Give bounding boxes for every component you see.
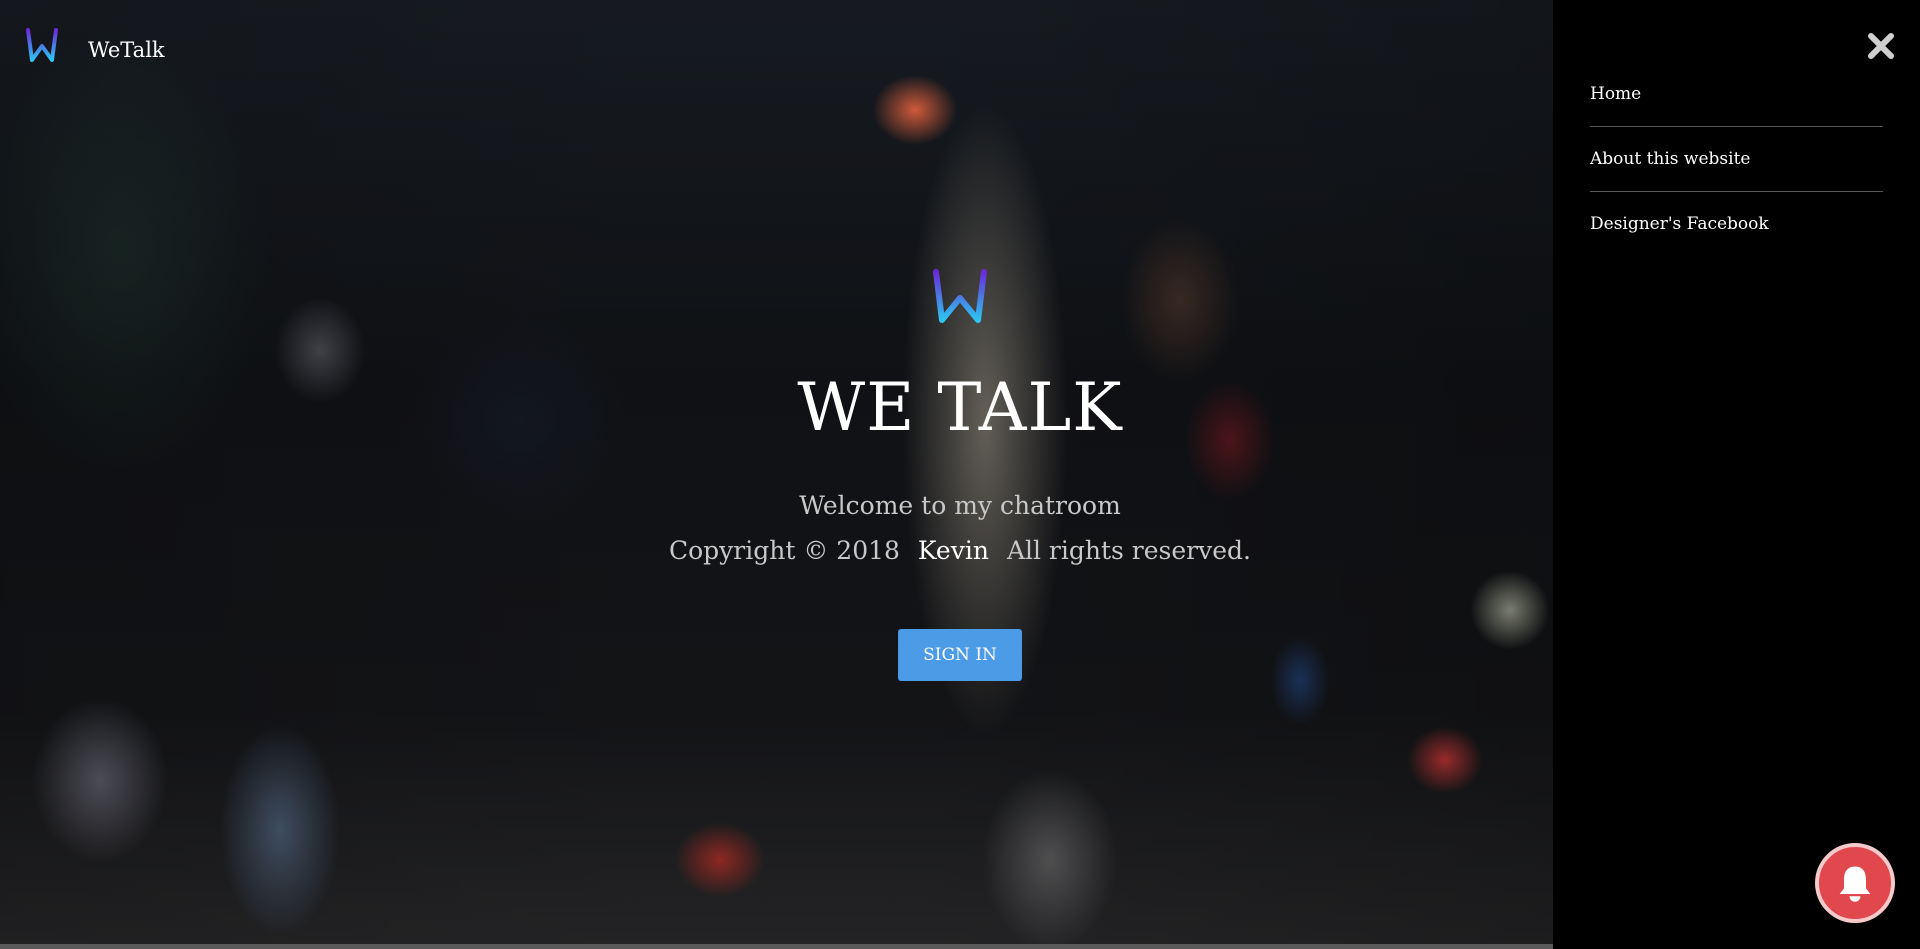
side-menu: Home About this website Designer's Faceb… <box>1553 0 1920 949</box>
copyright-author: Kevin <box>917 536 989 565</box>
w-logo-icon <box>26 28 58 62</box>
page: WeTalk WE TALK Welcome to my chatroom Co… <box>0 0 1920 949</box>
close-icon[interactable] <box>1865 30 1897 62</box>
sign-in-button[interactable]: SIGN IN <box>898 629 1022 681</box>
menu-link-facebook[interactable]: Designer's Facebook <box>1590 214 1769 234</box>
menu-list: Home About this website Designer's Faceb… <box>1590 62 1883 256</box>
menu-item-home: Home <box>1590 62 1883 127</box>
notification-button[interactable] <box>1815 843 1895 923</box>
bell-icon <box>1839 866 1871 902</box>
copyright-prefix: Copyright © 2018 <box>668 536 900 565</box>
brand[interactable]: WeTalk <box>22 26 165 66</box>
background-overlay <box>0 0 1553 949</box>
bottom-strip <box>0 944 1553 949</box>
brand-name: WeTalk <box>88 38 165 62</box>
w-logo-icon <box>933 269 987 323</box>
menu-item-facebook: Designer's Facebook <box>1590 192 1883 256</box>
menu-link-home[interactable]: Home <box>1590 84 1641 104</box>
copyright-suffix: All rights reserved. <box>1006 536 1251 565</box>
close-icon-glyph <box>1868 33 1894 59</box>
background-image <box>0 0 1553 949</box>
menu-link-about[interactable]: About this website <box>1590 149 1750 169</box>
menu-item-about: About this website <box>1590 127 1883 192</box>
